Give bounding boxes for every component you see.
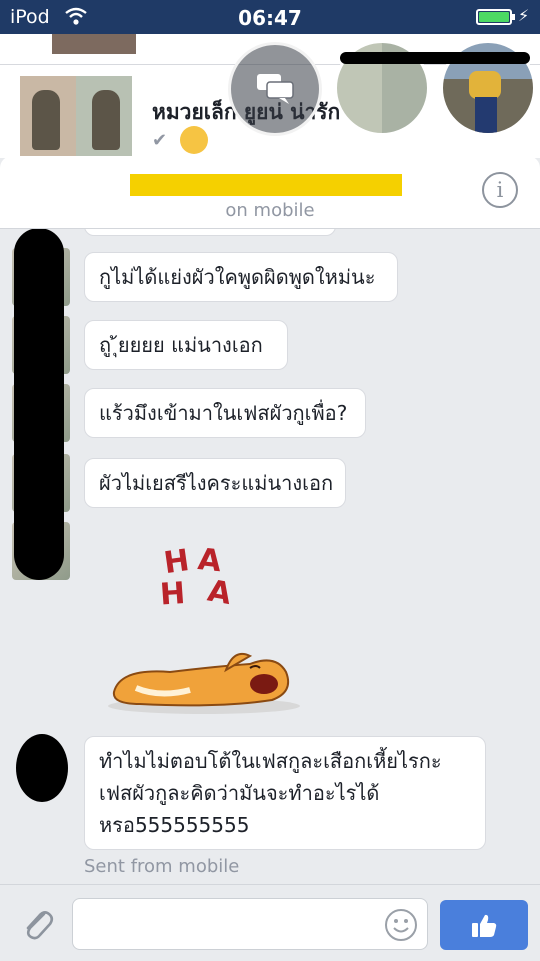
feed-thumbnail-partial — [52, 34, 136, 54]
haha-letter: H — [162, 543, 192, 581]
message-bubble: ถู ุ้ยยยย แม่นางเอก — [84, 320, 288, 370]
check-icon: ✔ — [152, 130, 168, 151]
battery-icon — [476, 9, 512, 25]
clock-time: 06:47 — [238, 6, 302, 30]
haha-sticker: H A H A — [159, 542, 235, 610]
message-input[interactable] — [72, 898, 428, 950]
like-send-button[interactable] — [440, 900, 528, 950]
info-button[interactable]: i — [482, 172, 518, 208]
chat-bubbles-icon — [257, 74, 294, 104]
laughing-dog-sticker — [108, 652, 300, 714]
person-figure — [469, 71, 501, 99]
haha-letter: H — [159, 576, 186, 610]
contact-status: on mobile — [225, 200, 315, 221]
message-bubble: ผัวไม่เยสรีไงคระแม่นางเอก — [84, 458, 346, 508]
redaction-bar — [340, 52, 530, 64]
feed-post-photo[interactable] — [20, 76, 132, 158]
smiley-icon[interactable] — [384, 908, 418, 942]
haha-letter: A — [205, 574, 235, 610]
messenger-chathead-button[interactable] — [228, 42, 322, 136]
status-bar: iPod 06:47 ⚡ — [0, 0, 540, 34]
person-figure — [475, 97, 497, 133]
redaction-blot — [16, 734, 68, 802]
message-bubble: ทำไมไม่ตอบโต้ในเฟสกูละเสือกเหี้ยไรกะเฟสผ… — [84, 736, 486, 850]
contact-name-redacted — [130, 174, 402, 196]
haha-letter: A — [196, 542, 224, 579]
message-bubble: แร้วมึงเข้ามาในเฟสผัวกูเพื่อ? — [84, 388, 366, 438]
paperclip-icon[interactable] — [18, 904, 58, 944]
battery-tip — [512, 14, 515, 20]
person-figure — [92, 90, 120, 150]
sent-from-mobile-note: Sent from mobile — [84, 856, 240, 877]
message-bubble: กูไม่ได้แย่งผัวใคพูดผิดพูดใหม่นะ — [84, 252, 398, 302]
charging-bolt-icon: ⚡ — [518, 6, 530, 25]
person-figure — [32, 90, 60, 150]
chathead-pointer — [476, 146, 500, 158]
thumbs-up-icon — [472, 914, 497, 937]
battery-level-fill — [479, 12, 509, 22]
smile-emoji-icon — [180, 126, 208, 154]
redaction-blot — [14, 228, 64, 580]
